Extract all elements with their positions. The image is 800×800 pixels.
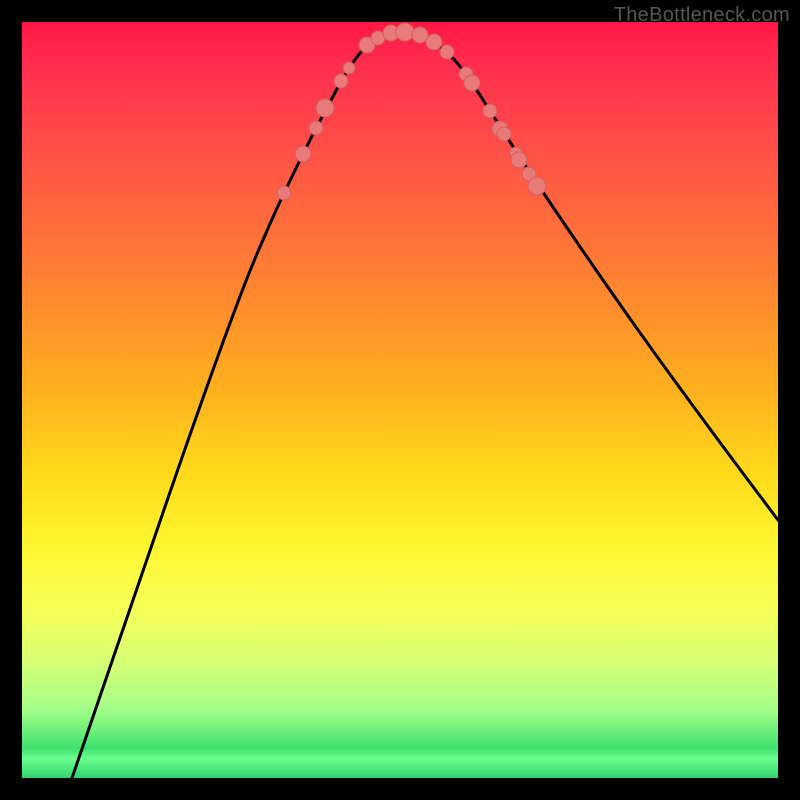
data-marker: [483, 104, 497, 118]
data-marker: [309, 121, 323, 135]
data-marker: [497, 127, 511, 141]
data-marker: [426, 34, 442, 50]
plot-area: [22, 22, 778, 778]
bottleneck-curve-svg: [22, 22, 778, 778]
data-marker: [464, 75, 480, 91]
chart-frame: TheBottleneck.com: [0, 0, 800, 800]
bottleneck-curve: [72, 33, 778, 779]
data-marker: [412, 27, 428, 43]
data-marker: [511, 152, 527, 168]
data-marker: [343, 62, 355, 74]
data-marker: [528, 177, 546, 195]
marker-group: [277, 23, 546, 200]
data-marker: [295, 146, 311, 162]
data-marker: [440, 45, 454, 59]
data-marker: [396, 23, 414, 41]
data-marker: [316, 99, 334, 117]
data-marker: [277, 186, 291, 200]
data-marker: [334, 74, 348, 88]
watermark-text: TheBottleneck.com: [614, 4, 790, 27]
